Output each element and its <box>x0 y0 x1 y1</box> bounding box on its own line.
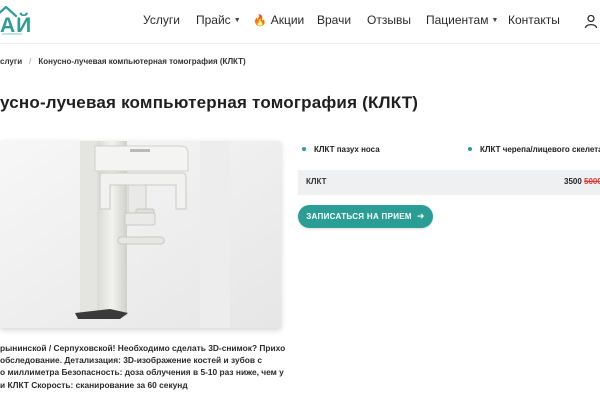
nav-item-doctors[interactable]: Врачи <box>317 13 351 27</box>
option-sinus-cbct[interactable]: КЛКТ пазух носа <box>302 145 380 154</box>
logo-tagline <box>2 33 22 35</box>
option-skull-cbct[interactable]: КЛКТ черепа/лицевого скелета <box>468 145 600 154</box>
chevron-down-icon: ▼ <box>491 17 499 24</box>
nav-item-contacts[interactable]: Контакты <box>508 13 560 27</box>
description-line: обследование. Детализация: 3D-изображени… <box>0 355 263 366</box>
old-price: 5000 <box>584 177 600 186</box>
description-line: о миллиметра Безопасность: доза облучени… <box>0 367 284 378</box>
nav-label: Услуги <box>143 13 180 27</box>
nav-item-reviews[interactable]: Отзывы <box>367 13 411 27</box>
nav-label: Отзывы <box>367 13 411 27</box>
nav-label: Акции <box>270 13 305 27</box>
nav-label: Прайс <box>196 13 231 27</box>
current-price: 3500 <box>564 177 582 186</box>
breadcrumb: слуги / Конусно-лучевая компьютерная томог… <box>0 57 246 66</box>
description-line: рынинской / Серпуховской! Необходимо сде… <box>0 343 285 353</box>
page-title: усно-лучевая компьютерная томография (КЛ… <box>0 93 419 112</box>
breadcrumb-link-services[interactable]: слуги <box>0 57 22 66</box>
cbct-machine-illustration <box>0 141 281 328</box>
price-row: КЛКТ <box>298 170 600 195</box>
nav-label: Контакты <box>508 13 560 27</box>
book-appointment-label: ЗАПИСАТЬСЯ НА ПРИЕМ <box>306 212 412 221</box>
user-icon[interactable] <box>584 14 598 29</box>
book-appointment-button[interactable]: ЗАПИСАТЬСЯ НА ПРИЕМ ➜ <box>298 205 433 228</box>
nav-label: Пациентам <box>426 13 489 27</box>
nav-label: Врачи <box>317 13 352 27</box>
bullet-icon <box>468 147 472 151</box>
option-label: КЛКТ черепа/лицевого скелета <box>480 145 600 154</box>
nav-item-price[interactable]: Прайс ▼ <box>196 13 241 27</box>
nav-item-services[interactable]: Услуги <box>143 13 180 27</box>
service-description: рынинской / Серпуховской! Необходимо сде… <box>0 342 285 391</box>
fire-icon: 🔥 <box>253 15 267 27</box>
site-header: АЙ Услуги Прайс ▼ 🔥 Акции Врачи Отзывы Пац… <box>0 0 600 44</box>
cbct-machine-photo <box>0 141 281 328</box>
chevron-down-icon: ▼ <box>233 17 241 24</box>
option-label: КЛКТ пазух носа <box>314 145 380 154</box>
breadcrumb-current: Конусно-лучевая компьютерная томография … <box>38 57 246 66</box>
nav-item-promotions[interactable]: 🔥 Акции <box>253 13 304 27</box>
description-line: и КЛКТ Скорость: сканирование за 60 секу… <box>0 379 188 390</box>
price-service-name: КЛКТ <box>306 177 327 186</box>
breadcrumb-separator: / <box>29 57 32 66</box>
nav-item-patients[interactable]: Пациентам ▼ <box>426 13 498 27</box>
arrow-right-icon: ➜ <box>416 211 425 221</box>
bullet-icon <box>302 147 306 151</box>
